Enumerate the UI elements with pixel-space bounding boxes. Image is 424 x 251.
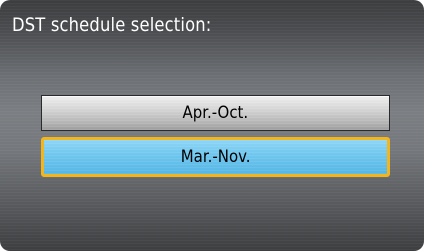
option-label: Apr.-Oct. [182, 103, 249, 123]
option-apr-oct[interactable]: Apr.-Oct. [41, 95, 390, 131]
screen-title: DST schedule selection: [12, 14, 212, 36]
option-mar-nov[interactable]: Mar.-Nov. [41, 137, 390, 177]
option-label: Mar.-Nov. [180, 147, 251, 167]
dst-schedule-screen: DST schedule selection: Apr.-Oct. Mar.-N… [0, 0, 424, 251]
